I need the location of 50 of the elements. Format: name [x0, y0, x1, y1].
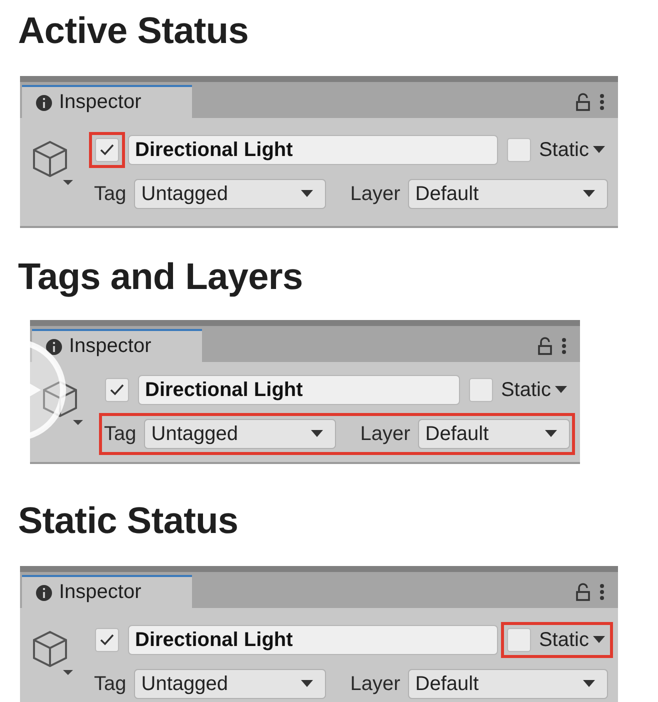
- more-menu-icon[interactable]: [562, 336, 566, 354]
- info-icon: [36, 584, 52, 600]
- caret-icon: [583, 190, 595, 198]
- layer-dropdown[interactable]: Default: [408, 669, 608, 699]
- tag-dropdown[interactable]: Untagged: [134, 669, 326, 699]
- caret-icon: [311, 430, 324, 438]
- more-menu-icon[interactable]: [600, 582, 604, 600]
- tag-label: Tag: [94, 182, 126, 206]
- info-icon: [36, 94, 52, 110]
- static-dropdown[interactable]: Static: [536, 628, 607, 652]
- name-field[interactable]: Directional Light: [128, 135, 498, 165]
- static-dropdown[interactable]: Static: [498, 378, 569, 402]
- inspector-tab[interactable]: Inspector: [22, 575, 192, 608]
- lock-icon[interactable]: [538, 336, 552, 354]
- check-icon: [100, 634, 114, 646]
- name-field[interactable]: Directional Light: [128, 625, 498, 655]
- tag-dropdown[interactable]: Untagged: [144, 419, 336, 449]
- layer-label: Layer: [350, 182, 400, 206]
- lock-icon[interactable]: [576, 582, 590, 600]
- layer-dropdown[interactable]: Default: [408, 179, 608, 209]
- active-checkbox[interactable]: [95, 628, 119, 652]
- caret-icon: [593, 636, 605, 644]
- layer-dropdown[interactable]: Default: [418, 419, 570, 449]
- tag-label: Tag: [94, 672, 126, 696]
- section-heading: Static Status: [18, 500, 240, 542]
- caret-icon: [583, 680, 595, 688]
- static-dropdown[interactable]: Static: [536, 138, 607, 162]
- static-checkbox[interactable]: [506, 138, 531, 162]
- section-heading: Tags and Layers: [18, 256, 304, 298]
- static-checkbox[interactable]: [468, 378, 493, 402]
- caret-icon: [545, 430, 557, 438]
- tag-label: Tag: [104, 422, 136, 446]
- layer-label: Layer: [360, 422, 410, 446]
- lock-icon[interactable]: [576, 92, 590, 110]
- inspector-tab[interactable]: Inspector: [22, 85, 192, 118]
- more-menu-icon[interactable]: [600, 92, 604, 110]
- active-checkbox[interactable]: [105, 378, 129, 402]
- name-field[interactable]: Directional Light: [138, 375, 460, 405]
- caret-icon: [555, 386, 567, 394]
- tag-dropdown[interactable]: Untagged: [134, 179, 326, 209]
- check-icon: [100, 144, 114, 156]
- inspector-tab[interactable]: Inspector: [32, 329, 202, 362]
- static-checkbox[interactable]: [506, 628, 531, 652]
- section-heading: Active Status: [18, 10, 250, 52]
- caret-icon: [301, 190, 314, 198]
- layer-label: Layer: [350, 672, 400, 696]
- caret-icon: [301, 680, 314, 688]
- info-icon: [46, 338, 62, 354]
- caret-icon: [593, 146, 605, 154]
- check-icon: [110, 384, 124, 396]
